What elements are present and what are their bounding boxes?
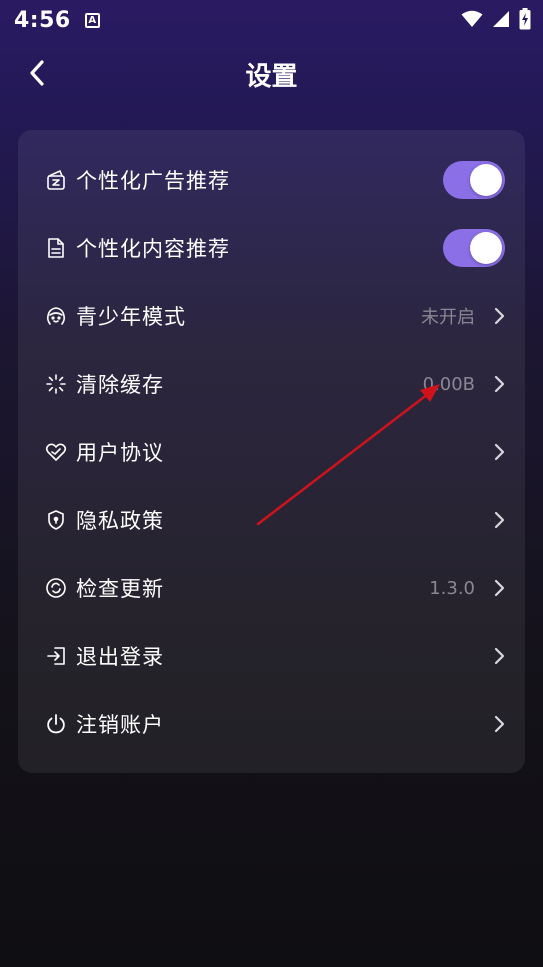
personalized-content-toggle[interactable]: [443, 229, 505, 267]
chevron-right-icon: [489, 646, 509, 666]
status-bar: 4:56 A: [0, 0, 543, 40]
chevron-right-icon: [489, 374, 509, 394]
chevron-right-icon: [489, 442, 509, 462]
document-icon: [44, 236, 68, 260]
chevron-right-icon: [489, 578, 509, 598]
shield-icon: [44, 508, 68, 532]
settings-row-logout[interactable]: 退出登录: [18, 622, 525, 690]
teen-mode-status: 未开启: [421, 307, 475, 328]
settings-row-teen-mode[interactable]: 青少年模式 未开启: [18, 282, 525, 350]
toggle-knob: [470, 232, 502, 264]
settings-row-privacy-policy[interactable]: 隐私政策: [18, 486, 525, 554]
settings-row-label: 隐私政策: [76, 509, 164, 533]
settings-row-personalized-content[interactable]: 个性化内容推荐: [18, 214, 525, 282]
refresh-icon: [44, 576, 68, 600]
settings-row-label: 清除缓存: [76, 373, 164, 397]
logout-icon: [44, 644, 68, 668]
wifi-icon: [461, 10, 483, 27]
toggle-knob: [470, 164, 502, 196]
cellular-signal-icon: [493, 11, 509, 27]
battery-charging-icon: [519, 8, 531, 30]
settings-row-label: 注销账户: [76, 713, 164, 737]
status-icons: [461, 8, 531, 30]
page-title: 设置: [245, 62, 298, 92]
chevron-right-icon: [489, 714, 509, 734]
ad-icon: [44, 168, 68, 192]
power-icon: [44, 712, 68, 736]
notification-icon: A: [84, 12, 100, 28]
settings-row-label: 个性化内容推荐: [76, 237, 230, 261]
status-time: 4:56: [14, 7, 71, 33]
settings-row-personalized-ads[interactable]: 个性化广告推荐: [18, 146, 525, 214]
settings-row-delete-account[interactable]: 注销账户: [18, 690, 525, 758]
settings-row-label: 青少年模式: [76, 305, 186, 329]
teen-face-icon: [44, 304, 68, 328]
settings-row-label: 个性化广告推荐: [76, 169, 230, 193]
settings-card: 个性化广告推荐 个性化内容推荐 青少年模式 未开启 清除缓存 0.00B 用户协…: [18, 130, 525, 773]
heart-handshake-icon: [44, 440, 68, 464]
chevron-right-icon: [489, 306, 509, 326]
sparkle-icon: [44, 372, 68, 396]
settings-row-clear-cache[interactable]: 清除缓存 0.00B: [18, 350, 525, 418]
header: 设置: [0, 46, 543, 100]
chevron-right-icon: [489, 510, 509, 530]
settings-row-label: 用户协议: [76, 441, 164, 465]
settings-row-label: 退出登录: [76, 645, 164, 669]
settings-row-label: 检查更新: [76, 577, 164, 601]
app-version: 1.3.0: [429, 577, 475, 599]
settings-row-user-agreement[interactable]: 用户协议: [18, 418, 525, 486]
cache-size: 0.00B: [422, 373, 475, 395]
settings-row-check-update[interactable]: 检查更新 1.3.0: [18, 554, 525, 622]
personalized-ads-toggle[interactable]: [443, 161, 505, 199]
